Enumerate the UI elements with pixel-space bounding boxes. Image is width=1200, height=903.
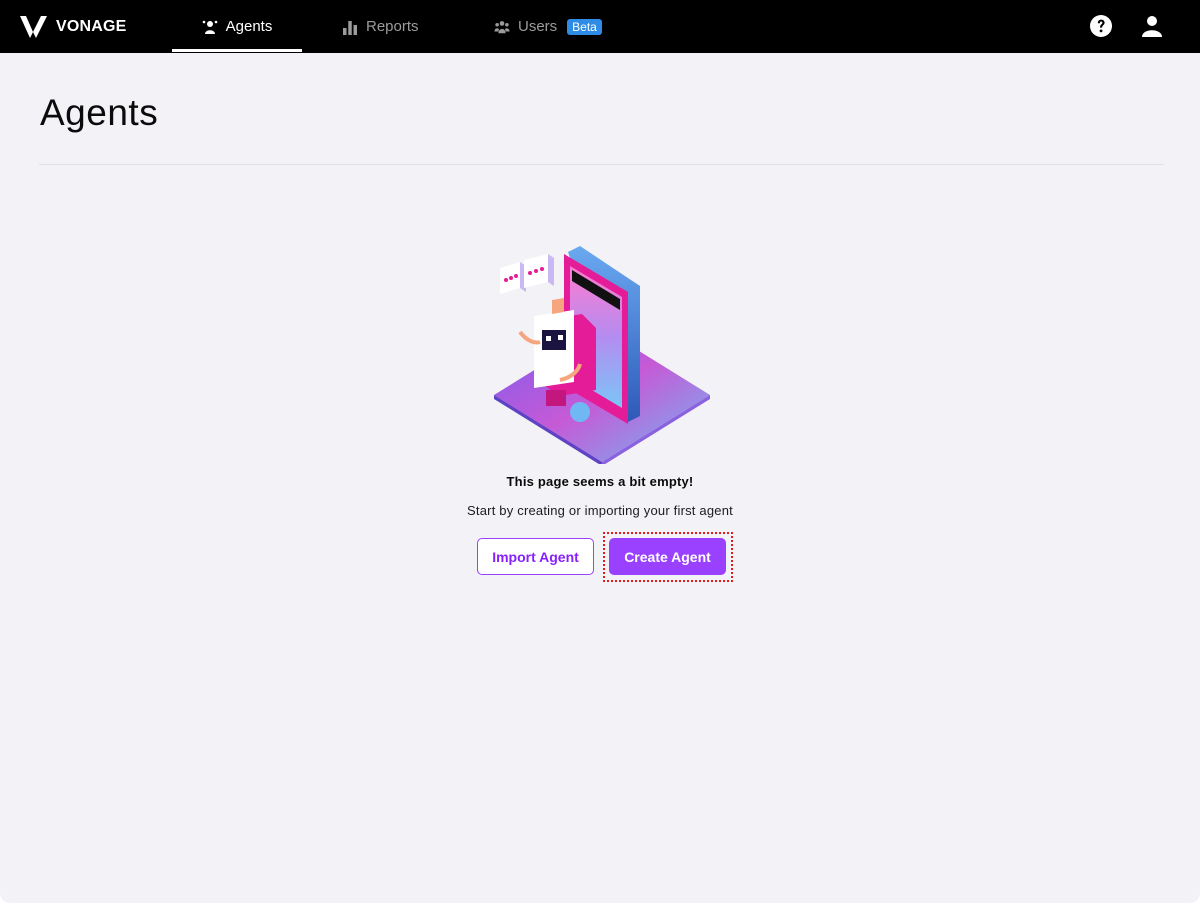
brand-logo[interactable]: VONAGE xyxy=(20,13,127,41)
robot-phone-illustration xyxy=(494,246,710,464)
tab-reports[interactable]: Reports xyxy=(342,0,419,53)
users-icon xyxy=(494,20,510,33)
brand-name: VONAGE xyxy=(56,18,127,35)
beta-badge: Beta xyxy=(567,18,602,35)
tab-reports-label: Reports xyxy=(366,18,419,35)
user-account-button[interactable] xyxy=(1140,14,1164,38)
user-account-icon xyxy=(1142,16,1162,37)
empty-state-title: This page seems a bit empty! xyxy=(506,474,694,489)
bar-chart-icon xyxy=(343,20,357,35)
vonage-v-icon xyxy=(20,16,47,38)
help-icon xyxy=(1090,15,1112,37)
header-divider xyxy=(39,164,1164,165)
agents-icon xyxy=(202,20,217,34)
help-button[interactable] xyxy=(1089,14,1113,38)
tab-agents[interactable]: Agents xyxy=(172,0,302,53)
page-title: Agents xyxy=(40,92,159,133)
top-nav-bar: VONAGE Agents Reports Users Beta xyxy=(0,0,1200,53)
empty-state-subtitle: Start by creating or importing your firs… xyxy=(467,503,733,518)
app-window: VONAGE Agents Reports Users Beta Agents … xyxy=(0,0,1200,903)
import-agent-button[interactable]: Import Agent xyxy=(477,538,594,575)
tab-agents-label: Agents xyxy=(225,18,273,35)
tab-users[interactable]: Users Beta xyxy=(494,0,602,53)
create-agent-button[interactable]: Create Agent xyxy=(609,538,726,575)
tab-users-label: Users xyxy=(518,18,558,35)
